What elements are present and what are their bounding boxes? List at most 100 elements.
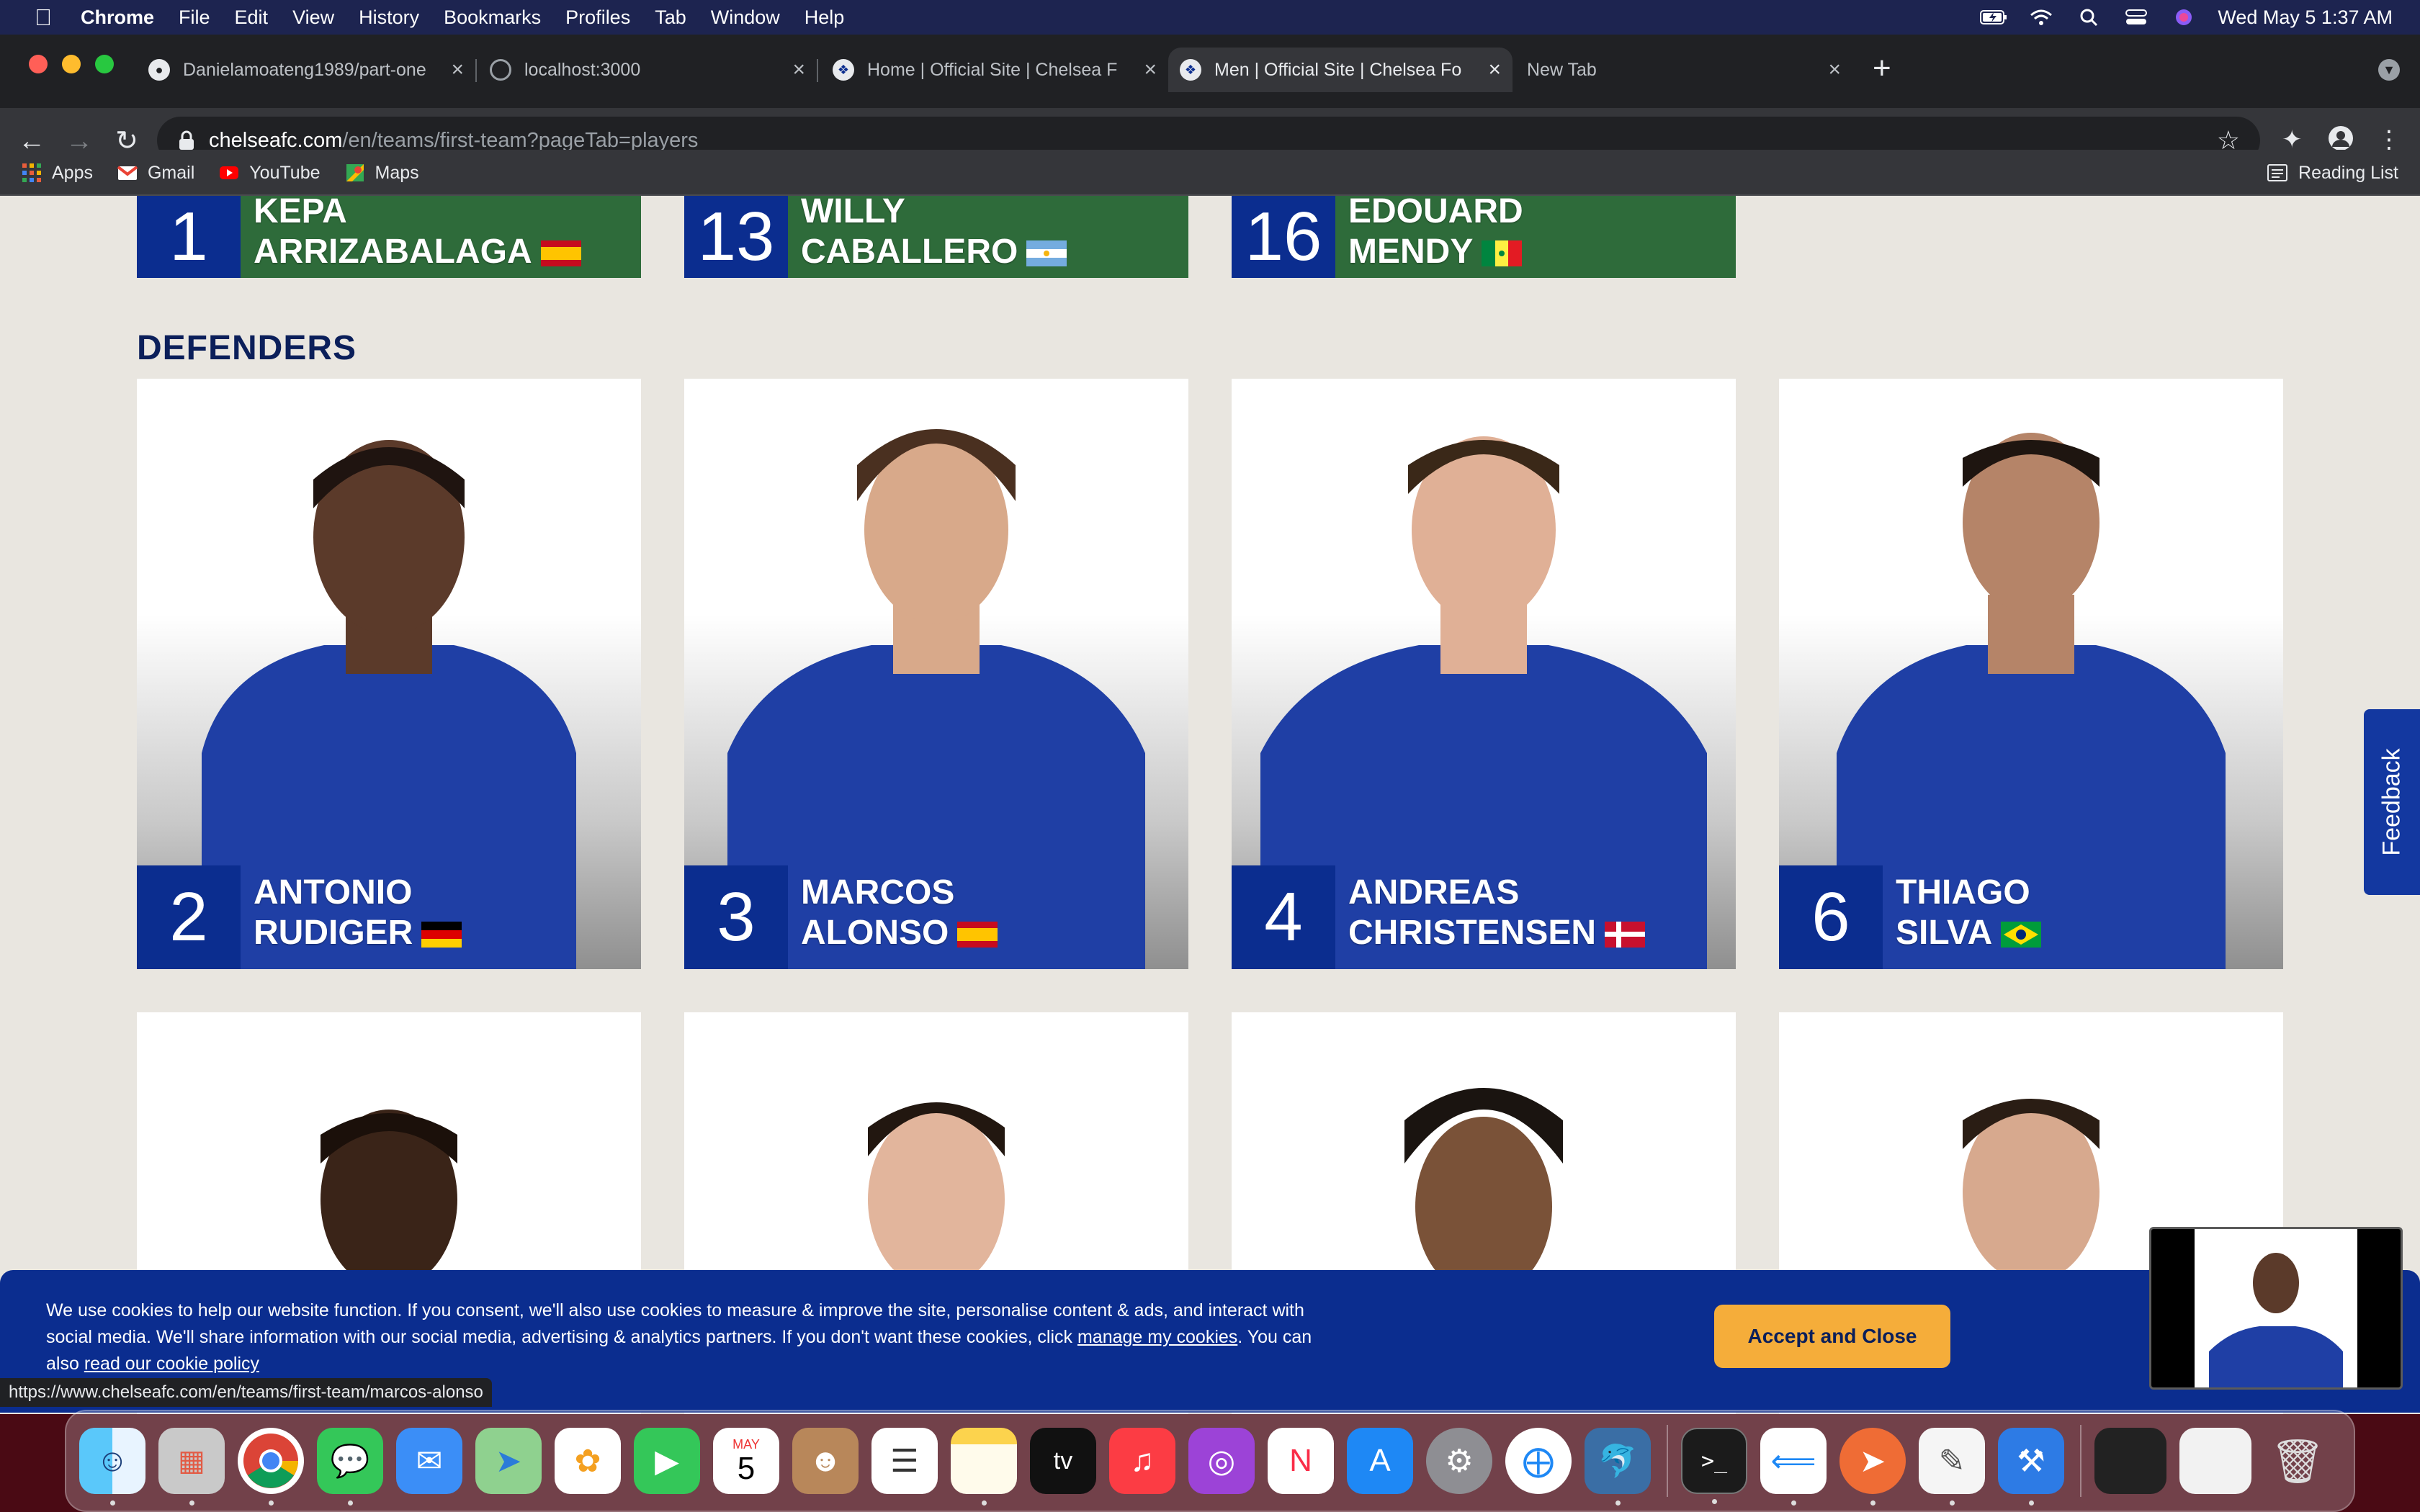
tab-separator xyxy=(817,59,818,82)
player-card-alonso[interactable]: 3 MARCOS ALONSO xyxy=(684,379,1188,969)
tab-chelsea-men[interactable]: ❖ Men | Official Site | Chelsea Fo × xyxy=(1168,48,1512,92)
photos-icon[interactable]: ✿ xyxy=(555,1428,621,1494)
mail-icon[interactable]: ✉ xyxy=(396,1428,462,1494)
menu-profiles[interactable]: Profiles xyxy=(565,6,630,29)
app-store-icon[interactable]: A xyxy=(1347,1428,1413,1494)
reminders-icon[interactable]: ☰ xyxy=(871,1428,938,1494)
cookie-policy-link[interactable]: read our cookie policy xyxy=(84,1354,259,1374)
wifi-icon[interactable] xyxy=(2027,7,2055,27)
chelsea-icon: ❖ xyxy=(1180,59,1201,81)
tab-search-chevron-icon[interactable]: ▼ xyxy=(2378,59,2400,81)
player-last-name: RUDIGER xyxy=(254,914,413,952)
video-frame xyxy=(2195,1229,2357,1387)
menu-tab[interactable]: Tab xyxy=(655,6,686,29)
player-name: THIAGO SILVA xyxy=(1896,873,2042,953)
menu-window[interactable]: Window xyxy=(711,6,780,29)
macos-dock: ☺ ▦ 💬 ✉ ➤ ✿ ▶ MAY 5 ☻ ☰ tv ♫ ◎ N A ⚙ ⨁ 🐬 … xyxy=(65,1410,2355,1512)
postman-icon[interactable]: ➤ xyxy=(1839,1428,1906,1506)
minimized-window-thumbnail[interactable] xyxy=(2179,1428,2251,1494)
facetime-icon[interactable]: ▶ xyxy=(634,1428,700,1494)
manage-cookies-link[interactable]: manage my cookies xyxy=(1077,1327,1237,1347)
menu-file[interactable]: File xyxy=(179,6,210,29)
notes-icon[interactable] xyxy=(951,1428,1017,1506)
player-first-name: ANDREAS xyxy=(1348,873,1520,912)
menu-view[interactable]: View xyxy=(292,6,334,29)
launchpad-icon[interactable]: ▦ xyxy=(158,1428,225,1506)
close-tab-icon[interactable]: × xyxy=(1488,58,1501,82)
bookmarks-bar: Apps Gmail YouTube Maps Reading List xyxy=(0,150,2420,196)
tab-new-tab[interactable]: New Tab × xyxy=(1515,49,1852,91)
music-icon[interactable]: ♫ xyxy=(1109,1428,1175,1494)
apps-grid-icon xyxy=(22,163,41,182)
apple-tv-icon[interactable]: tv xyxy=(1030,1428,1096,1494)
picture-in-picture-video[interactable] xyxy=(2149,1227,2403,1390)
player-name: ANDREAS CHRISTENSEN xyxy=(1348,873,1646,953)
bookmark-label: Gmail xyxy=(147,162,195,183)
menu-edit[interactable]: Edit xyxy=(235,6,269,29)
lock-icon[interactable] xyxy=(177,130,196,151)
messages-icon[interactable]: 💬 xyxy=(317,1428,383,1506)
player-name: MARCOS ALONSO xyxy=(801,873,998,953)
tab-chelsea-home[interactable]: ❖ Home | Official Site | Chelsea F × xyxy=(821,49,1168,91)
close-tab-icon[interactable]: × xyxy=(451,58,464,82)
feedback-tab[interactable]: Feedback xyxy=(2364,709,2420,895)
player-number: 1 xyxy=(137,196,241,278)
chrome-icon[interactable] xyxy=(238,1428,304,1506)
siri-icon[interactable] xyxy=(2170,7,2197,27)
apple-menu-icon[interactable]:  xyxy=(29,4,58,31)
player-card-mendy[interactable]: 16 EDOUARD MENDY xyxy=(1232,196,1736,278)
safari-icon[interactable]: ⨁ xyxy=(1505,1428,1572,1494)
tab-github[interactable]: ● Danielamoateng1989/part-one × xyxy=(137,49,477,91)
close-tab-icon[interactable]: × xyxy=(1828,58,1841,82)
maps-app-icon[interactable]: ➤ xyxy=(475,1428,542,1494)
window-controls xyxy=(29,55,114,73)
close-window-button[interactable] xyxy=(29,55,48,73)
player-card-christensen[interactable]: 4 ANDREAS CHRISTENSEN xyxy=(1232,379,1736,969)
minimize-window-button[interactable] xyxy=(62,55,81,73)
player-name: WILLY CABALLERO xyxy=(801,196,1067,272)
system-preferences-icon[interactable]: ⚙ xyxy=(1426,1428,1492,1494)
tab-localhost[interactable]: localhost:3000 × xyxy=(478,49,818,91)
finder-icon[interactable]: ☺ xyxy=(79,1428,145,1506)
contacts-icon[interactable]: ☻ xyxy=(792,1428,859,1494)
calendar-icon[interactable]: MAY 5 xyxy=(713,1428,779,1494)
player-card-rudiger[interactable]: 2 ANTONIO RUDIGER xyxy=(137,379,641,969)
podcasts-icon[interactable]: ◎ xyxy=(1188,1428,1255,1494)
player-card-silva[interactable]: 6 THIAGO SILVA xyxy=(1779,379,2283,969)
news-icon[interactable]: N xyxy=(1268,1428,1334,1494)
calendar-month: MAY xyxy=(732,1436,760,1452)
close-tab-icon[interactable]: × xyxy=(792,58,805,82)
menu-bookmarks[interactable]: Bookmarks xyxy=(444,6,541,29)
minimized-window-thumbnail[interactable] xyxy=(2094,1428,2166,1494)
player-number: 16 xyxy=(1232,196,1335,278)
reading-list-button[interactable]: Reading List xyxy=(2267,163,2398,184)
menu-bar-clock[interactable]: Wed May 5 1:37 AM xyxy=(2218,6,2393,29)
control-center-icon[interactable] xyxy=(2123,7,2150,27)
youtube-icon xyxy=(220,166,239,179)
bookmark-maps[interactable]: Maps xyxy=(345,163,419,184)
bookmark-gmail[interactable]: Gmail xyxy=(117,163,194,184)
spotlight-search-icon[interactable] xyxy=(2075,7,2102,27)
player-number: 6 xyxy=(1779,865,1883,969)
zoom-window-button[interactable] xyxy=(95,55,114,73)
xcode-icon[interactable]: ⚒ xyxy=(1998,1428,2064,1506)
close-tab-icon[interactable]: × xyxy=(1144,58,1157,82)
menu-app-name[interactable]: Chrome xyxy=(81,6,154,29)
player-card-kepa[interactable]: 1 KEPA ARRIZABALAGA xyxy=(137,196,641,278)
bookmark-label: YouTube xyxy=(249,162,321,183)
bookmark-youtube[interactable]: YouTube xyxy=(219,162,321,184)
trash-icon[interactable]: 🗑 xyxy=(2264,1428,2331,1494)
player-number: 3 xyxy=(684,865,788,969)
mysql-workbench-icon[interactable]: 🐬 xyxy=(1585,1428,1651,1506)
player-card-caballero[interactable]: 13 WILLY CABALLERO xyxy=(684,196,1188,278)
terminal-icon[interactable]: >_ xyxy=(1681,1428,1747,1504)
player-first-name: ANTONIO xyxy=(254,873,413,912)
accept-and-close-button[interactable]: Accept and Close xyxy=(1714,1305,1950,1368)
menu-history[interactable]: History xyxy=(359,6,419,29)
menu-help[interactable]: Help xyxy=(805,6,845,29)
textedit-icon[interactable]: ✎ xyxy=(1919,1428,1985,1506)
bookmark-apps[interactable]: Apps xyxy=(22,163,93,184)
vscode-icon[interactable]: ⟸ xyxy=(1760,1428,1827,1506)
battery-icon[interactable] xyxy=(1980,7,2007,27)
new-tab-plus-icon[interactable]: + xyxy=(1873,50,1891,86)
